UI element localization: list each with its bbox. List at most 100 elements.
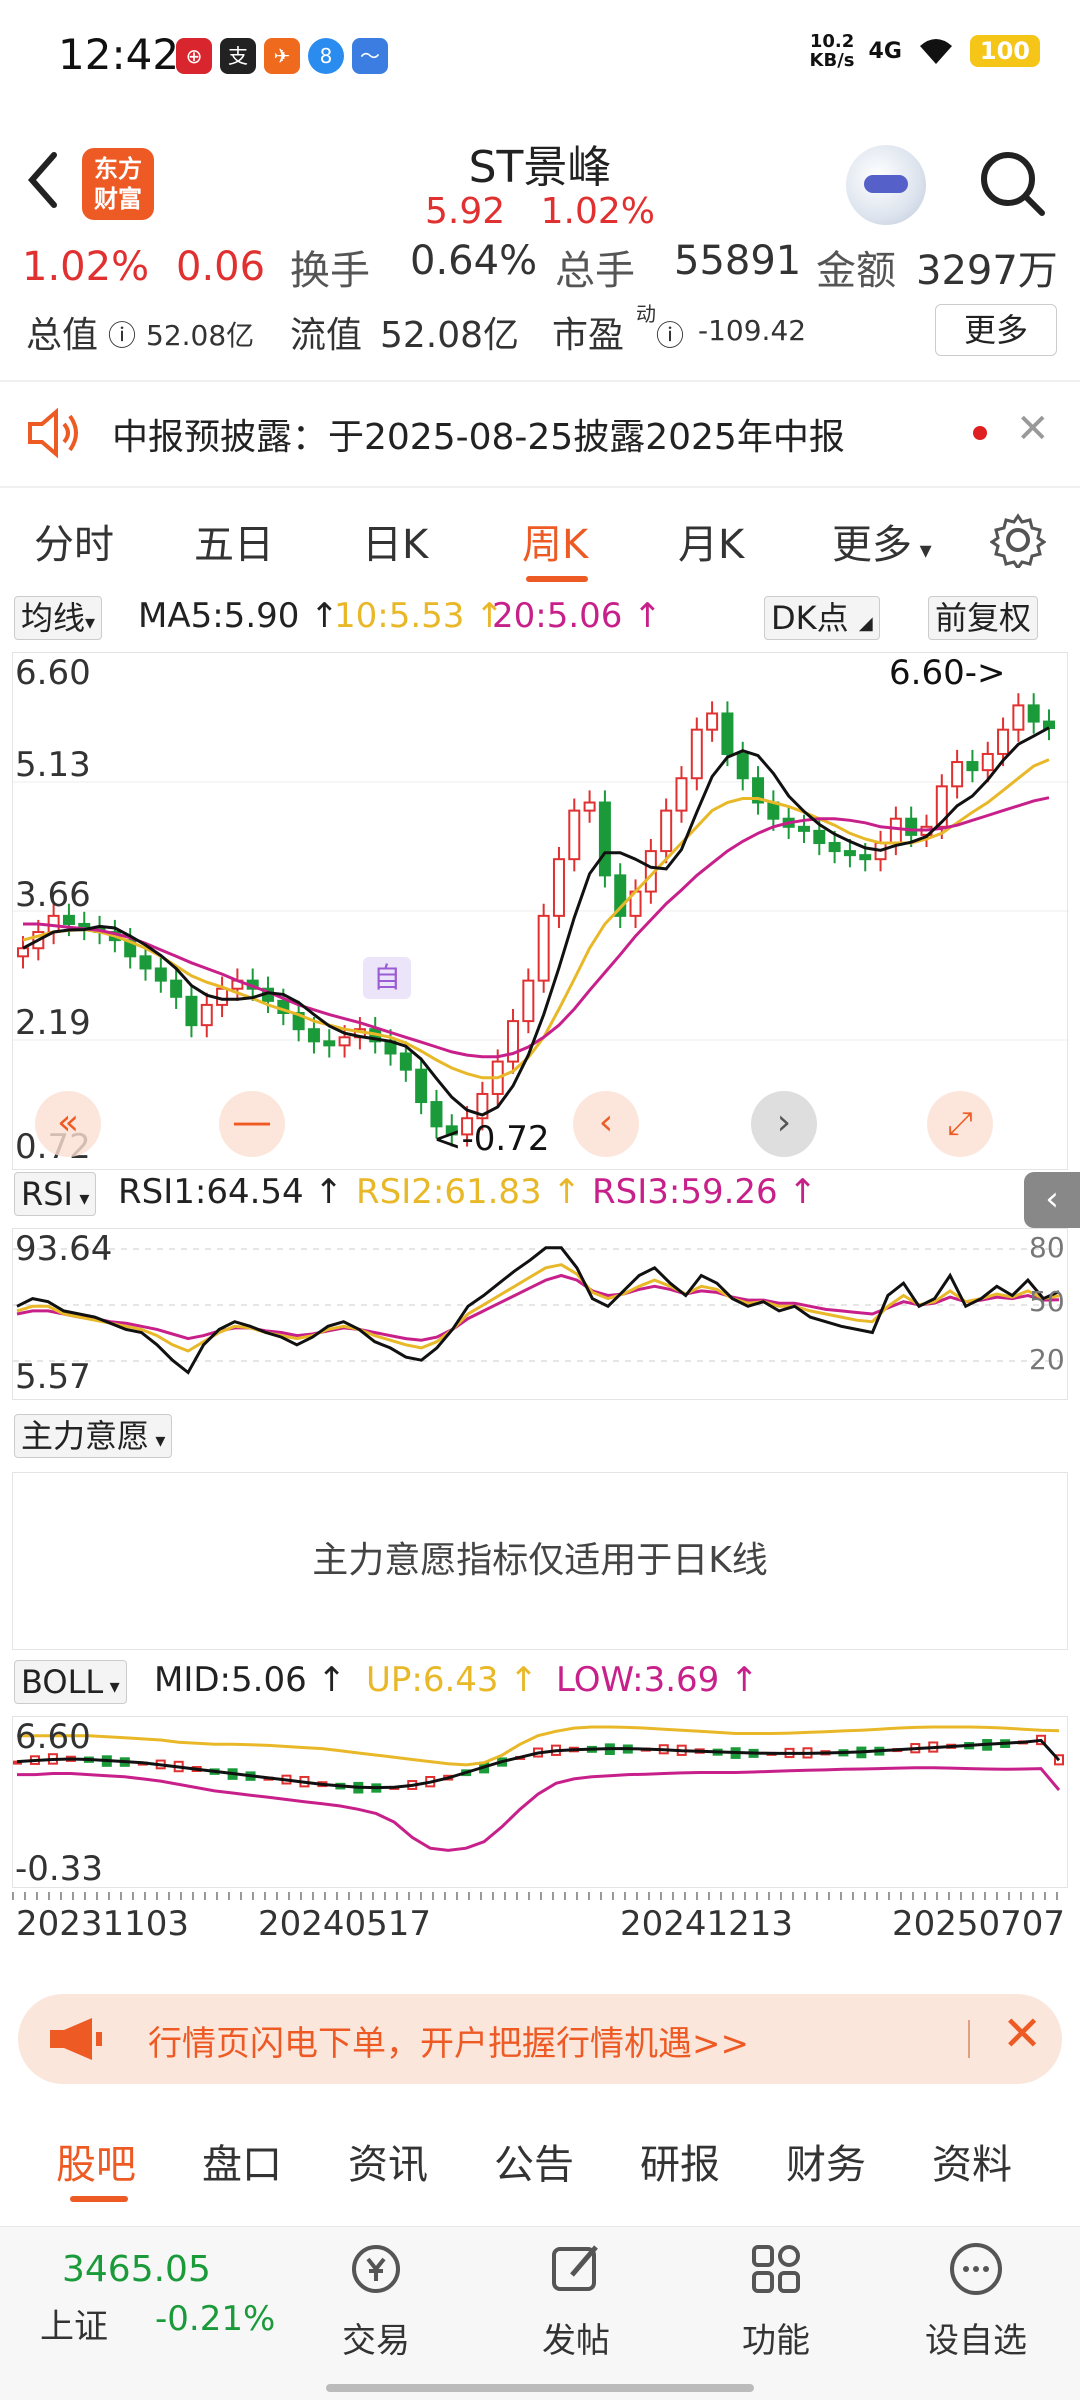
date-label: 20240517 (258, 1904, 432, 1944)
divider (0, 380, 1080, 382)
gear-icon[interactable] (990, 512, 1046, 568)
stock-change-pct: 1.02% (540, 191, 655, 232)
tab-monthly-k[interactable]: 月K (678, 512, 744, 570)
close-icon[interactable]: ✕ (1002, 2006, 1042, 2062)
candle (951, 761, 964, 788)
main-force-selector[interactable]: 主力意愿 ▾ (14, 1414, 173, 1458)
tab-announcements[interactable]: 公告 (494, 2132, 574, 2190)
functions-button[interactable]: 功能 (706, 2237, 846, 2362)
home-indicator (326, 2384, 754, 2392)
candle (1027, 704, 1040, 723)
boll-up-series (17, 1725, 1060, 1767)
network-speed: 10.2 KB/s (809, 31, 855, 71)
tab-daily-k[interactable]: 日K (362, 512, 428, 570)
candle (537, 914, 550, 982)
total-value-label: 总值 (26, 315, 99, 356)
eight-app-icon: 8 (308, 38, 344, 74)
zoom-out-far-button[interactable]: « (35, 1091, 101, 1157)
amount-label: 金额 (816, 248, 896, 294)
tab-forum[interactable]: 股吧 (56, 2132, 136, 2190)
assistant-robot-icon[interactable] (846, 145, 926, 225)
stock-price: 5.92 (425, 191, 506, 232)
boll-selector[interactable]: BOLL ▾ (14, 1660, 127, 1704)
tab-profile[interactable]: 资料 (932, 2132, 1012, 2190)
float-value-label: 流值 (290, 315, 363, 356)
candle (170, 979, 183, 998)
zoom-out-button[interactable]: — (219, 1091, 285, 1157)
alipay-app-icon: 支 (220, 38, 256, 74)
candle (399, 1052, 412, 1071)
ma5-series (22, 726, 1050, 1117)
rsi-level-80: 80 (1029, 1231, 1065, 1264)
tab-news[interactable]: 资讯 (348, 2132, 428, 2190)
candle (859, 854, 872, 861)
adjust-selector[interactable]: 前复权 (928, 596, 1039, 640)
rsi-y-bottom: 5.57 (15, 1357, 91, 1397)
tab-more[interactable]: 更多 ▾ (832, 512, 932, 570)
candle (139, 955, 152, 970)
close-icon[interactable]: ✕ (1016, 406, 1050, 452)
tab-financials[interactable]: 财务 (786, 2132, 866, 2190)
candle (338, 1036, 351, 1047)
tab-weekly-k[interactable]: 周K (522, 512, 588, 570)
kline-panel[interactable]: 6.60 5.13 3.66 2.19 0.72 6.60-> <-0.72 自… (12, 652, 1069, 1170)
rsi-selector[interactable]: RSI ▾ (14, 1172, 97, 1216)
kline-chart (13, 693, 1069, 1147)
float-value: 52.08亿 (380, 315, 520, 356)
volume-value: 55891 (674, 244, 802, 284)
promo-banner[interactable]: 行情页闪电下单，开户把握行情机遇>> ✕ (18, 1994, 1062, 2084)
candle (17, 947, 29, 958)
post-button[interactable]: 发帖 (506, 2237, 646, 2362)
active-tab-indicator (526, 576, 588, 582)
pan-right-button[interactable]: › (751, 1091, 817, 1157)
boll-indicator-row: BOLL ▾ MID:5.06 ↑ UP:6.43 ↑ LOW:3.69 ↑ (0, 1660, 1080, 1704)
notice-bar[interactable]: 中报预披露：于2025-08-25披露2025年中报 ✕ (0, 388, 1080, 478)
boll-panel[interactable]: 6.60 -0.33 (12, 1716, 1068, 1889)
trade-button[interactable]: 交易 (306, 2237, 446, 2362)
info-icon[interactable]: ⓘ (108, 314, 136, 354)
self-select-marker[interactable]: 自 (363, 957, 411, 999)
eastmoney-logo: 东方 财富 (82, 148, 154, 220)
quote-summary-row: 1.02% 0.06 换手 0.64% 总手 55891 金额 3297万 (0, 244, 1080, 294)
rsi-panel[interactable]: 93.64 5.57 80 50 20 (12, 1228, 1069, 1400)
candle (706, 712, 719, 731)
active-tab-indicator (70, 2196, 128, 2202)
candle (660, 809, 673, 853)
quote-valuation-row: 总值 ⓘ 52.08亿 流值 52.08亿 市盈 动 ⓘ -109.42 更多 (0, 300, 1080, 360)
rsi2-series (16, 1263, 1060, 1353)
fullscreen-button[interactable]: ⤢ (927, 1091, 993, 1157)
candle (981, 752, 994, 772)
rsi-chart (13, 1246, 1069, 1375)
wifi-icon (919, 39, 952, 64)
collapse-panel-button[interactable]: ‹ (1024, 1172, 1080, 1228)
rsi1-series (16, 1246, 1060, 1375)
ma20-value: 20:5.06 ↑ (492, 596, 662, 636)
candle (552, 858, 565, 917)
tab-research[interactable]: 研报 (640, 2132, 720, 2190)
date-label: 20231103 (16, 1904, 190, 1944)
more-quote-button[interactable]: 更多 (935, 304, 1057, 356)
ma-selector[interactable]: 均线▾ (14, 596, 103, 640)
quote-change: 0.06 (176, 244, 266, 290)
yen-exchange-icon (352, 2245, 400, 2293)
status-indicators: 10.2 KB/s 4G 100 (810, 32, 1040, 70)
tab-order-book[interactable]: 盘口 (202, 2132, 282, 2190)
add-watchlist-button[interactable]: 设自选 (906, 2237, 1046, 2362)
candle (1043, 720, 1055, 730)
info-icon[interactable]: ⓘ (656, 314, 684, 354)
tab-five-day[interactable]: 五日 (194, 512, 274, 570)
candle (843, 850, 856, 857)
back-button[interactable] (22, 145, 72, 215)
search-button[interactable] (976, 147, 1048, 219)
boll-mid-series (16, 1738, 1061, 1790)
candle (598, 801, 611, 877)
tab-intraday[interactable]: 分时 (34, 512, 114, 570)
date-ticks (12, 1892, 1068, 1900)
dk-point-selector[interactable]: DK点 ◢ (764, 596, 880, 640)
candle (828, 842, 841, 853)
chevron-left-icon (28, 152, 57, 208)
stock-app-icon: 〜 (352, 38, 388, 74)
boll-chart (12, 1725, 1064, 1852)
pan-left-button[interactable]: ‹ (573, 1091, 639, 1157)
candle (522, 979, 535, 1023)
